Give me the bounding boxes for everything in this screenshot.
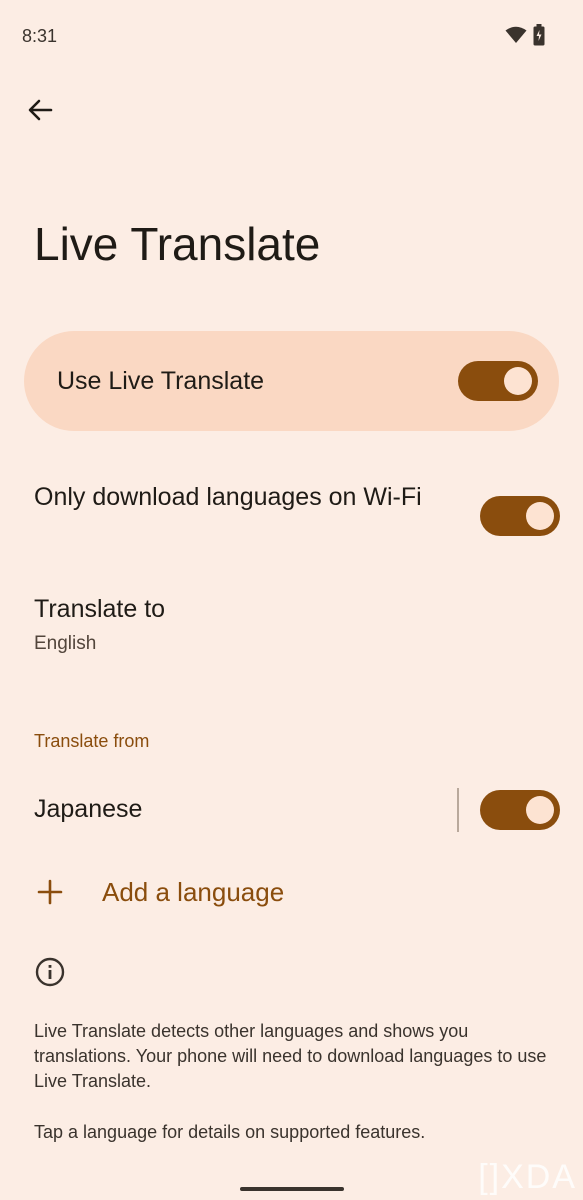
use-live-translate-label: Use Live Translate (57, 367, 265, 395)
translate-to-value: English (34, 633, 97, 654)
info-description: Live Translate detects other languages a… (34, 1021, 547, 1091)
wifi-icon (505, 26, 527, 49)
status-time: 8:31 (22, 26, 58, 46)
back-button[interactable] (22, 92, 58, 128)
add-language-label: Add a language (102, 876, 285, 907)
arrow-left-icon (28, 99, 53, 121)
status-icons (505, 24, 545, 51)
use-live-translate-card[interactable]: Use Live Translate (24, 331, 559, 431)
plus-icon (34, 876, 66, 908)
switch-thumb (504, 367, 532, 395)
info-icon (34, 956, 66, 988)
status-bar: 8:31 (0, 0, 583, 70)
add-language-button[interactable]: Add a language (34, 870, 284, 914)
gesture-nav-handle[interactable] (240, 1187, 344, 1191)
use-live-translate-switch[interactable] (458, 361, 538, 401)
xda-watermark: []XDA (478, 1158, 577, 1196)
wifi-only-switch[interactable] (480, 496, 560, 536)
battery-icon (533, 24, 545, 51)
translate-from-header: Translate from (34, 731, 150, 751)
switch-thumb (526, 502, 554, 530)
wifi-only-row[interactable]: Only download languages on Wi-Fi (34, 480, 434, 515)
wifi-only-label: Only download languages on Wi-Fi (34, 483, 422, 511)
language-row-japanese[interactable]: Japanese (34, 792, 434, 827)
switch-thumb (526, 796, 554, 824)
translate-to-row[interactable]: Translate to English (34, 592, 534, 655)
japanese-switch[interactable] (480, 790, 560, 830)
translate-to-label: Translate to (34, 595, 166, 623)
info-tap-hint: Tap a language for details on supported … (34, 1122, 426, 1142)
page-title: Live Translate (34, 218, 321, 270)
row-divider (457, 788, 459, 832)
language-name: Japanese (34, 795, 143, 823)
